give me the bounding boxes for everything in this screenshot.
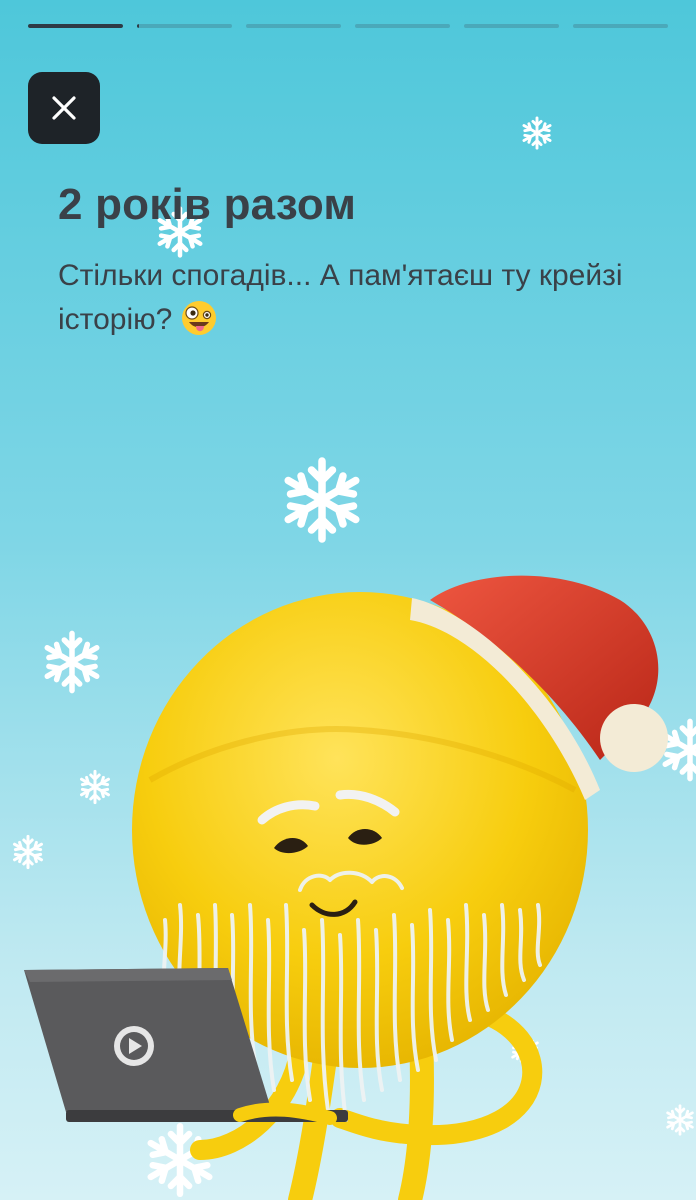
snowflake-icon — [288, 461, 356, 539]
play-icon — [114, 1026, 154, 1066]
snowflake-icon — [522, 116, 552, 150]
page-title: 2 років разом — [58, 180, 357, 229]
page-subtitle: Стільки спогадів... А пам'ятаєш ту крейз… — [58, 254, 658, 342]
snowflake-icon — [79, 769, 111, 805]
zany-face-emoji — [182, 301, 217, 335]
subtitle-text: Стільки спогадів... А пам'ятаєш ту крейз… — [58, 259, 623, 336]
snowflake-icon — [665, 721, 696, 778]
snowflake-icon — [12, 834, 43, 870]
snowflake-icon — [666, 1104, 694, 1136]
snowflake-icon — [151, 1126, 210, 1194]
snowflake-icon — [47, 633, 97, 690]
